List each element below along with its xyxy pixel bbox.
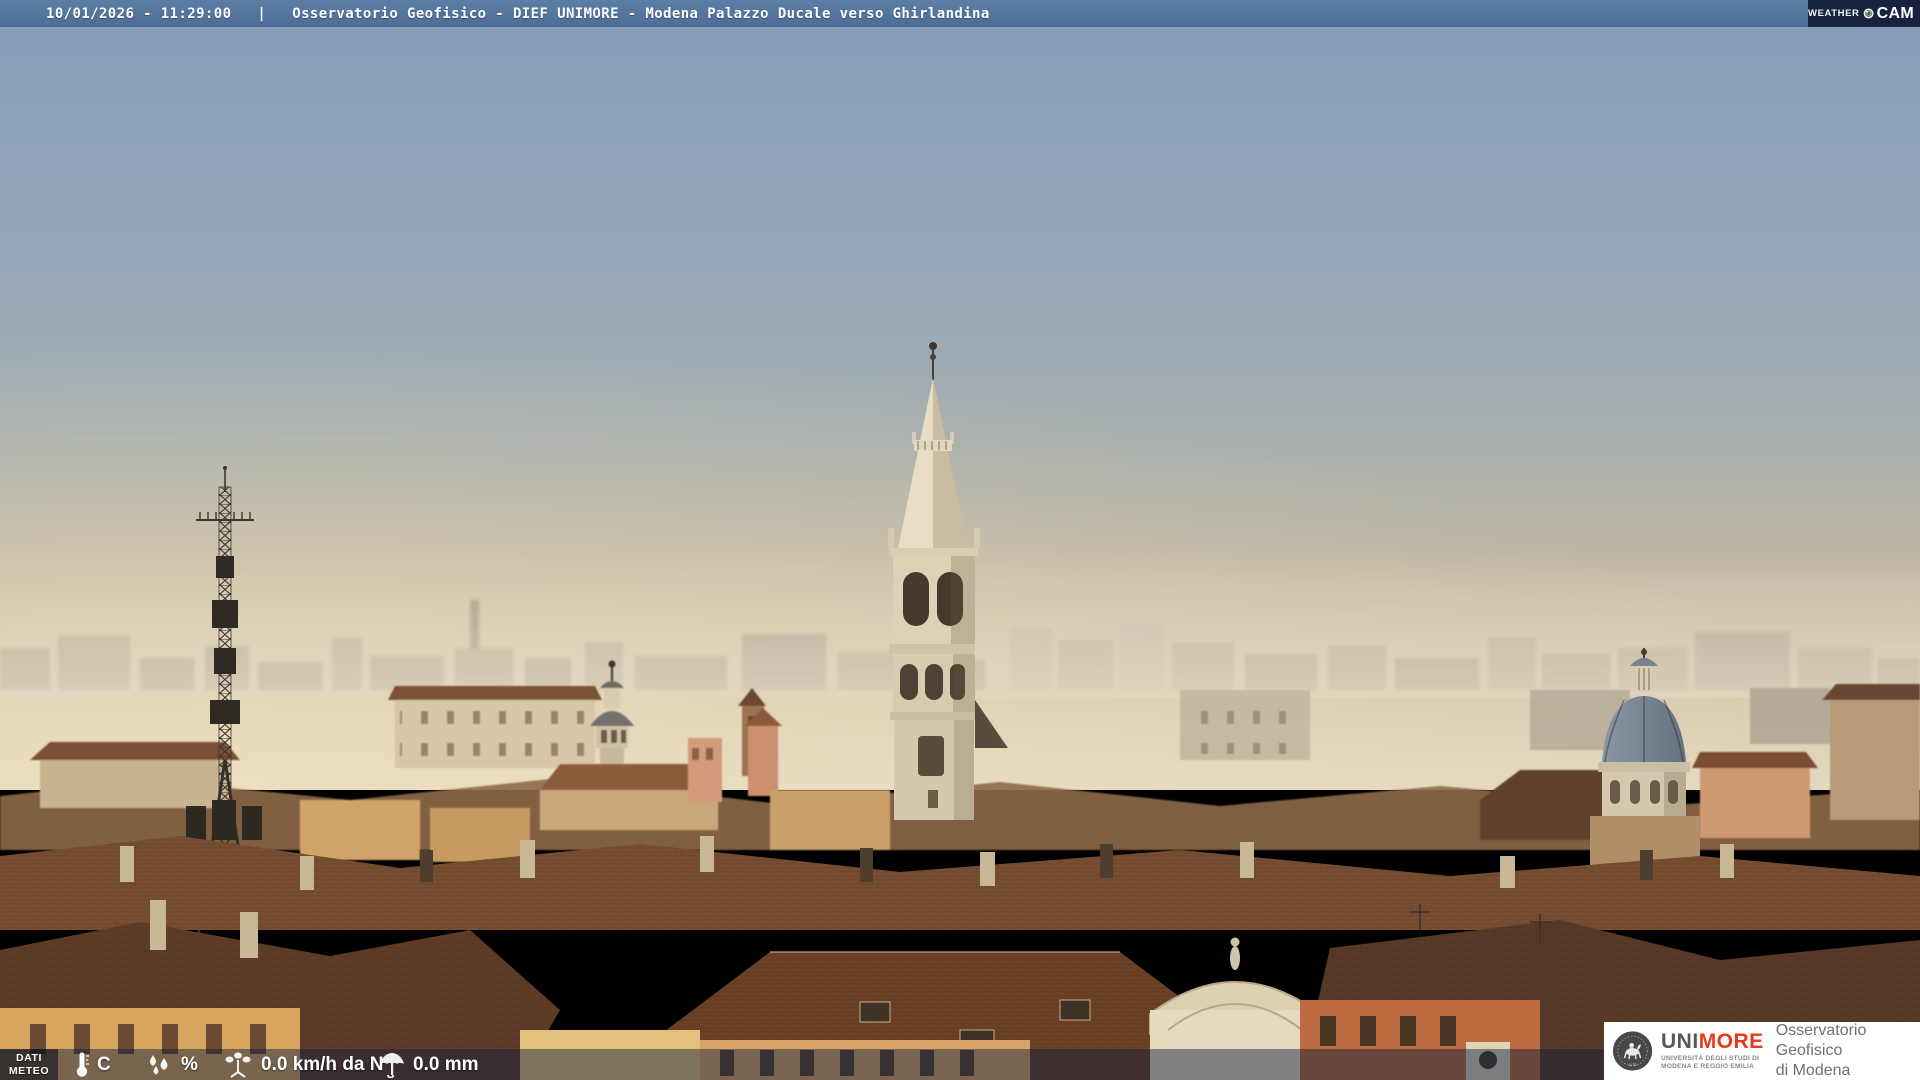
rain-value: 0.0 mm (413, 1053, 479, 1075)
observatory-name-line2: di Modena (1775, 1062, 1851, 1079)
separator: | (257, 5, 267, 22)
weathercam-logo-cam: CAM (1876, 4, 1914, 22)
droplets-icon (149, 1054, 168, 1075)
anemometer-icon (225, 1052, 251, 1078)
unimore-uni: UNI (1661, 1029, 1699, 1053)
dati-meteo-line1: DATI (15, 1052, 43, 1065)
observatory-name: Osservatorio Geofisico di Modena (1776, 1021, 1920, 1080)
umbrella-icon (380, 1053, 404, 1078)
wind-readout: 0.0 km/h da N (222, 1049, 384, 1080)
unimore-brand-box: 1175 UNIMORE UNIVERSITÀ DEGLI STUDI DI M… (1604, 1022, 1920, 1080)
observatory-name-line1: Osservatorio Geofisico (1775, 1022, 1867, 1059)
weathercam-logo-weather: WEATHER (1808, 8, 1860, 19)
title-bar: 10/01/2026 - 11:29:00 | Osservatorio Geo… (0, 0, 1920, 27)
thermometer-icon (76, 1052, 89, 1077)
webcam-photo (0, 0, 1920, 1080)
humidity-unit: % (181, 1053, 198, 1075)
unimore-more: MORE (1698, 1029, 1764, 1053)
humidity-readout: % (144, 1049, 198, 1080)
webcam-page: 10/01/2026 - 11:29:00 | Osservatorio Geo… (0, 0, 1920, 1080)
seal-year: 1175 (1628, 1063, 1636, 1067)
unimore-wordmark: UNIMORE UNIVERSITÀ DEGLI STUDI DI MODENA… (1661, 1031, 1764, 1071)
unimore-subtitle-line2: MODENA E REGGIO EMILIA (1661, 1063, 1755, 1070)
temperature-unit: C (97, 1053, 111, 1075)
dati-meteo-label: DATI METEO (0, 1049, 58, 1080)
page-title: Osservatorio Geofisico - DIEF UNIMORE - … (292, 5, 990, 22)
dati-meteo-line2: METEO (8, 1064, 50, 1077)
wind-value: 0.0 km/h da N (261, 1053, 384, 1075)
timestamp: 10/01/2026 - 11:29:00 (46, 5, 232, 22)
temperature-readout: C (74, 1049, 111, 1080)
rain-readout: 0.0 mm (378, 1049, 478, 1080)
webcam-lens-icon (1863, 8, 1874, 19)
unimore-subtitle-line1: UNIVERSITÀ DEGLI STUDI DI (1661, 1054, 1760, 1062)
weathercam-logo: WEATHER CAM (1808, 0, 1920, 27)
unimore-seal-icon: 1175 (1612, 1031, 1653, 1071)
